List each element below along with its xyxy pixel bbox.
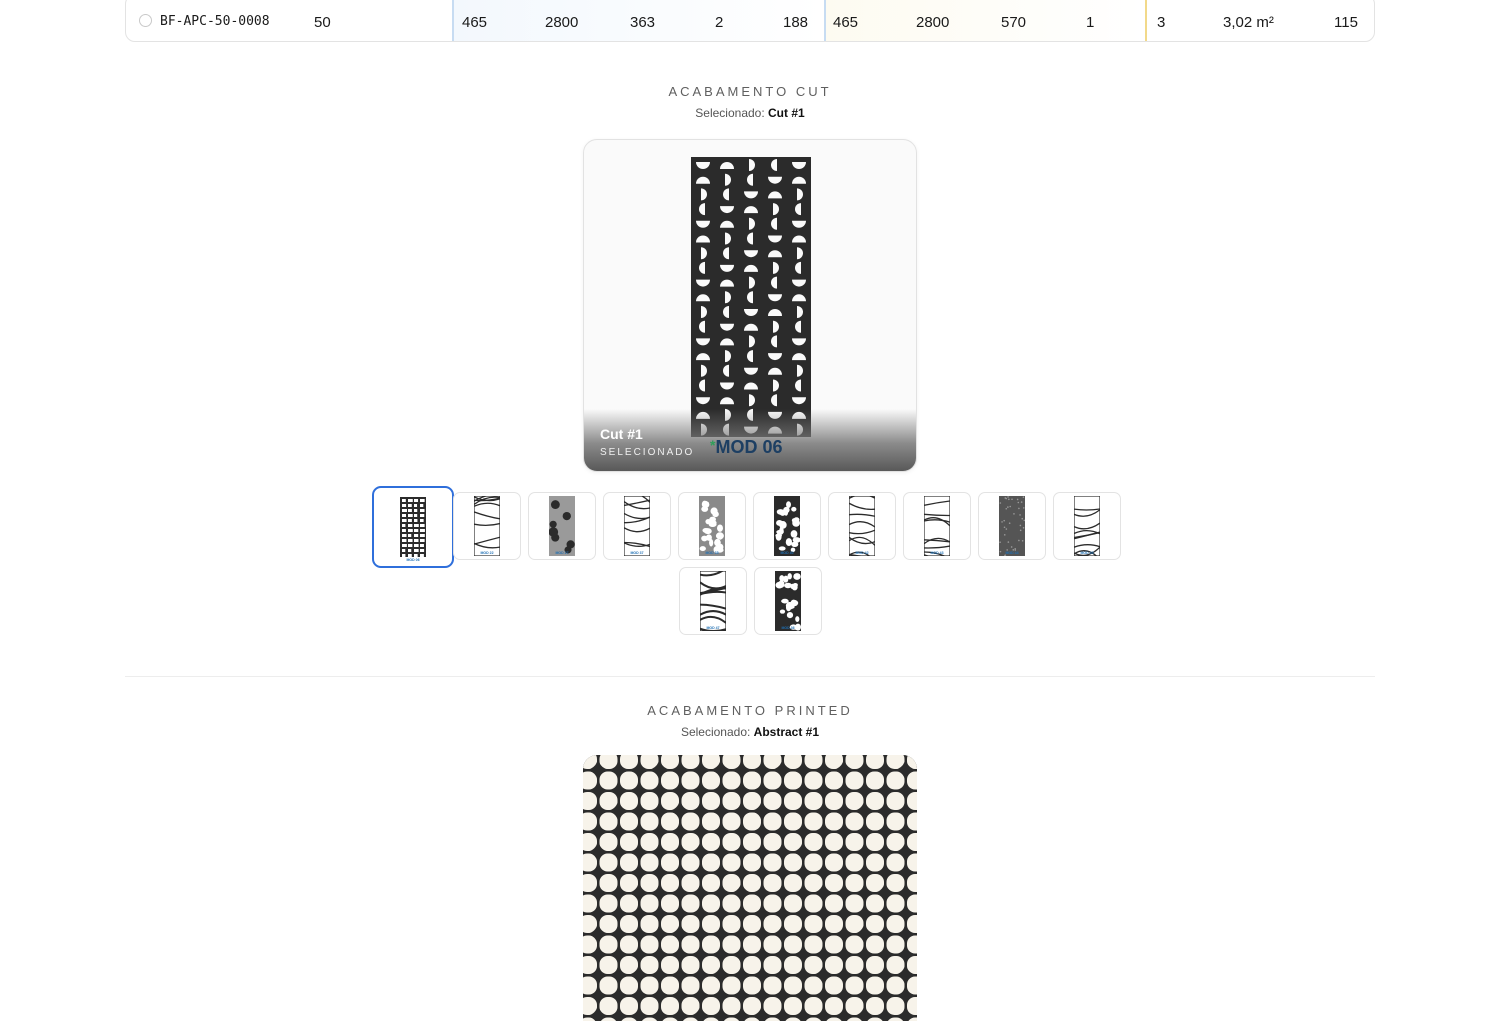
- row-g2-width: 465: [833, 14, 859, 31]
- cut-thumbnail[interactable]: MOD 44: [978, 492, 1046, 560]
- thumbnail-mod-label: MOD 44: [1005, 551, 1019, 555]
- thumbnail-pattern: [1074, 496, 1100, 556]
- thumbnail-pattern: [924, 496, 950, 556]
- thumbnail-mod-label: MOD 36: [781, 626, 795, 630]
- thumbnail-pattern: [774, 496, 800, 556]
- row-g1-height: 2800: [545, 14, 579, 31]
- cut-selected-line: Selecionado: Cut #1: [0, 106, 1500, 120]
- row-g1-value5: 188: [783, 14, 809, 31]
- profile-row[interactable]: BF-APC-50-0008 50 465 2800 363 2 188 465…: [125, 0, 1375, 42]
- thumbnail-pattern: [775, 571, 801, 631]
- cut-thumbnail[interactable]: MOD 27: [528, 492, 596, 560]
- printed-section-title: ACABAMENTO PRINTED: [647, 703, 853, 718]
- thumbnail-pattern: [700, 571, 726, 631]
- thumbnail-pattern: [699, 496, 725, 556]
- row-g1-value4: 2: [715, 14, 724, 31]
- row-g2-value4: 1: [1086, 14, 1095, 31]
- cut-thumbnail[interactable]: MOD 06: [372, 486, 454, 568]
- cut-section-title: ACABAMENTO CUT: [668, 84, 832, 99]
- section-divider: [125, 676, 1375, 677]
- row-code: BF-APC-50-0008: [160, 14, 270, 29]
- cut-thumbnail[interactable]: MOD 36: [754, 567, 822, 635]
- cut-thumbnail[interactable]: MOD 37: [603, 492, 671, 560]
- thumbnail-mod-label: MOD 27: [555, 551, 569, 555]
- row-g2-height: 2800: [916, 14, 950, 31]
- cut-thumbnail[interactable]: MOD 40: [753, 492, 821, 560]
- printed-selected-label: Selecionado:: [680, 725, 751, 739]
- row-last: 115: [1334, 14, 1358, 31]
- thumbnail-mod-label: MOD 37: [630, 551, 644, 555]
- row-g1-width: 465: [462, 14, 488, 31]
- thumbnail-pattern: [400, 497, 426, 557]
- thumbnail-pattern: [624, 496, 650, 556]
- dimension-group-2: [824, 0, 1147, 41]
- thumbnail-mod-label: MOD 45: [1080, 551, 1094, 555]
- thumbnail-mod-label: MOD 35: [705, 551, 719, 555]
- hero-mod-label: *MOD 06: [710, 437, 782, 458]
- printed-selected-value: Abstract #1: [753, 725, 820, 739]
- row-area: 3,02 m²: [1223, 14, 1274, 31]
- hero-mod-text: MOD 06: [715, 437, 783, 457]
- thumbnail-pattern: [549, 496, 575, 556]
- printed-pattern: [583, 755, 917, 1021]
- thumbnail-pattern: [474, 496, 500, 556]
- hero-selected-state: SELECIONADO: [600, 447, 695, 458]
- cut-thumbnail[interactable]: MOD 43: [903, 492, 971, 560]
- printed-selected-line: Selecionado: Abstract #1: [0, 725, 1500, 739]
- thumbnail-mod-label: MOD 22: [480, 551, 494, 555]
- thumbnail-mod-label: MOD 40: [780, 551, 794, 555]
- cut-hero-preview: Cut #1 SELECIONADO *MOD 06: [583, 139, 917, 472]
- thumbnail-pattern: [999, 496, 1025, 556]
- row-g2-value3: 570: [1001, 14, 1027, 31]
- thumbnail-mod-label: MOD 43: [930, 551, 944, 555]
- row-radio[interactable]: [139, 14, 152, 27]
- cut-thumbnail[interactable]: MOD 45: [1053, 492, 1121, 560]
- cut-selected-label: Selecionado:: [695, 106, 765, 120]
- cut-panel-pattern: [691, 157, 811, 437]
- cut-selected-value: Cut #1: [768, 106, 805, 120]
- printed-hero-preview: [583, 755, 917, 1021]
- row-g1-value3: 363: [630, 14, 656, 31]
- thumbnail-mod-label: MOD 47: [706, 626, 720, 630]
- thumbnail-mod-label: MOD 06: [406, 558, 420, 562]
- cut-thumbnail[interactable]: MOD 42: [828, 492, 896, 560]
- row-qty: 3: [1157, 14, 1166, 31]
- cut-thumbnail[interactable]: MOD 22: [453, 492, 521, 560]
- thumbnail-pattern: [849, 496, 875, 556]
- cut-thumbnail[interactable]: MOD 35: [678, 492, 746, 560]
- thumbnail-mod-label: MOD 42: [855, 551, 869, 555]
- row-thickness: 50: [314, 14, 331, 31]
- cut-thumbnail[interactable]: MOD 47: [679, 567, 747, 635]
- hero-finish-name: Cut #1: [600, 426, 643, 442]
